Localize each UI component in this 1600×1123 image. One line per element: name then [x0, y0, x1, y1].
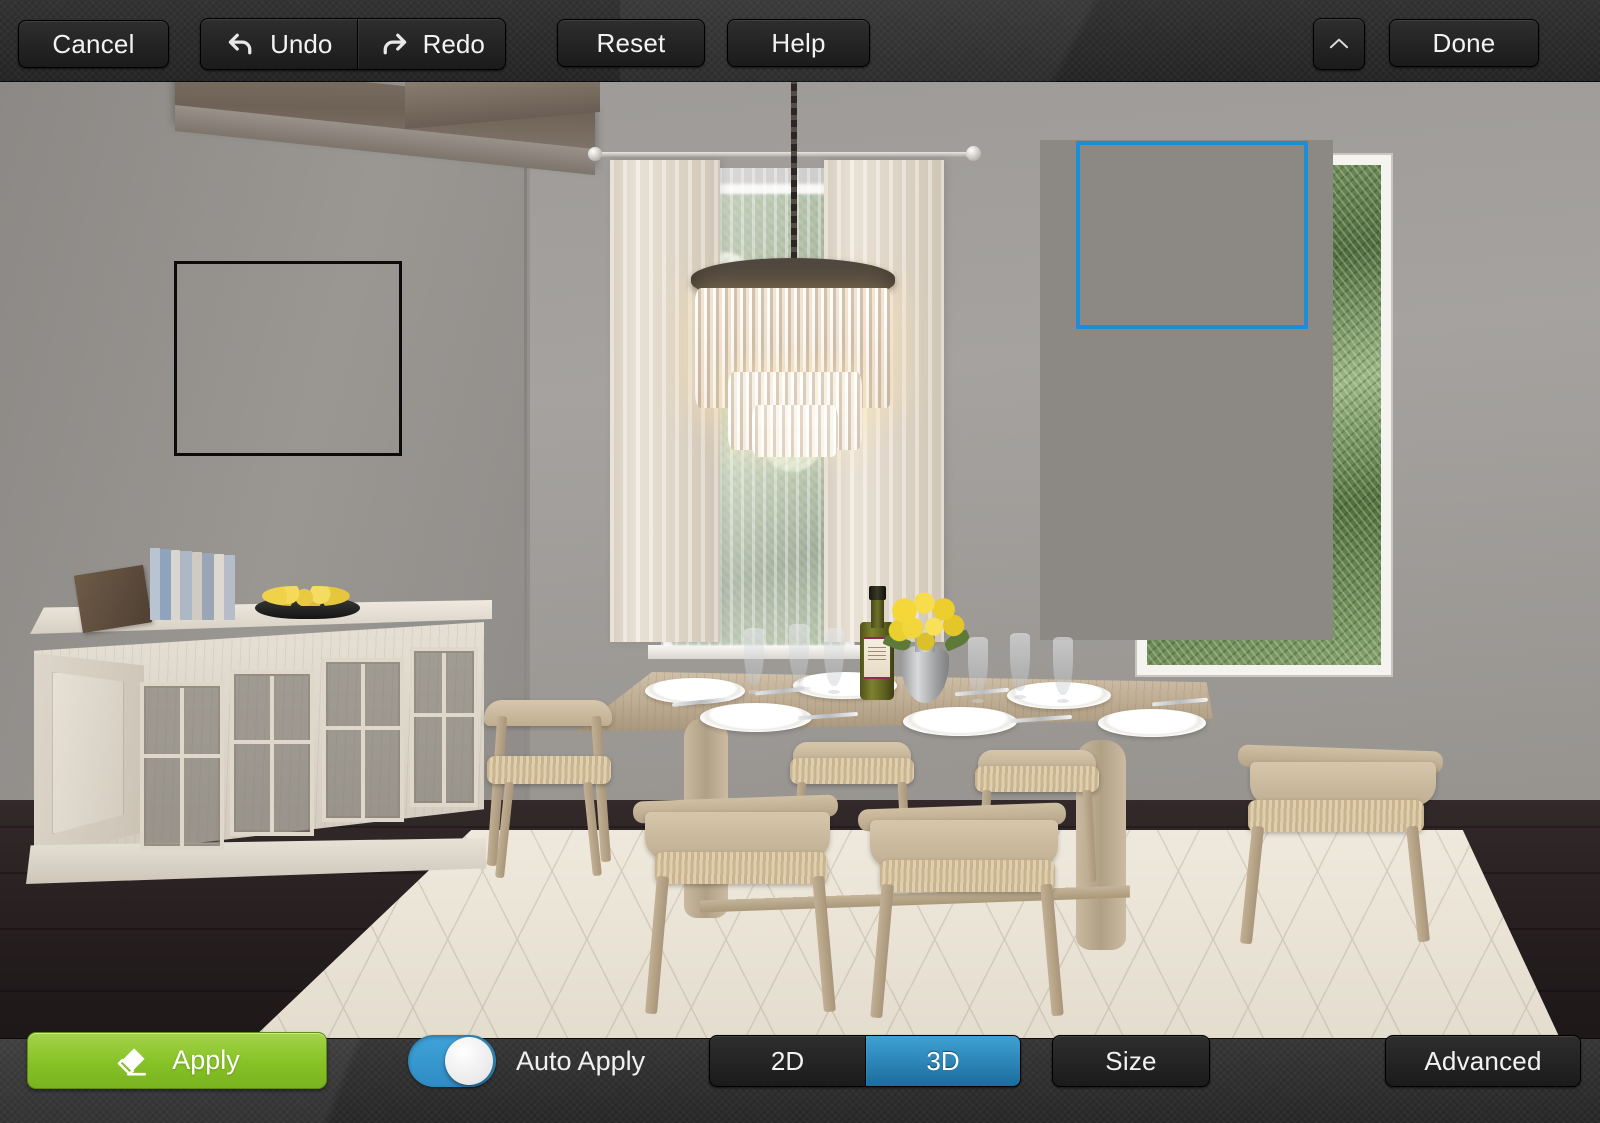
plate: [700, 703, 812, 732]
chandelier-tier-3: [752, 405, 838, 457]
tab-2d[interactable]: 2D: [710, 1036, 865, 1086]
apply-button[interactable]: Apply: [27, 1032, 327, 1089]
view-mode-3d-label: 3D: [926, 1045, 960, 1076]
book-spine: [224, 555, 235, 620]
chandelier-chain: [791, 60, 797, 265]
view-mode-group: 2D 3D: [709, 1035, 1021, 1087]
reset-button[interactable]: Reset: [557, 19, 705, 67]
book-spine: [160, 549, 171, 620]
auto-apply-label: Auto Apply: [516, 1046, 646, 1076]
sideboard-mullion: [144, 754, 220, 758]
sideboard-mullion: [180, 688, 184, 846]
reset-label: Reset: [596, 27, 666, 58]
sideboard-mullion: [442, 653, 446, 803]
auto-apply-toggle-knob: [445, 1037, 493, 1085]
sideboard-mullion: [326, 726, 400, 730]
sideboard-mullion: [414, 713, 474, 717]
size-label: Size: [1105, 1045, 1157, 1076]
book-spine: [202, 553, 214, 620]
auto-apply-toggle[interactable]: [408, 1035, 496, 1087]
sideboard-mullion: [361, 664, 365, 818]
sideboard-side-panel: [52, 672, 124, 834]
cancel-button[interactable]: Cancel: [18, 20, 169, 68]
yellow-roses: [888, 592, 970, 654]
curtain-rod: [594, 152, 976, 157]
size-button[interactable]: Size: [1052, 1035, 1210, 1087]
sideboard-plinth: [26, 838, 486, 884]
wine-bottle-cap: [869, 586, 886, 600]
sideboard-mullion: [234, 740, 310, 744]
book-spine: [192, 552, 202, 620]
undo-redo-group: Undo Redo: [200, 18, 506, 70]
advanced-label: Advanced: [1424, 1045, 1542, 1076]
advanced-button[interactable]: Advanced: [1385, 1035, 1581, 1087]
paint-eraser-icon: [114, 1043, 150, 1079]
undo-label: Undo: [270, 28, 333, 59]
redo-arrow-icon: [379, 29, 409, 59]
help-label: Help: [771, 27, 826, 58]
redo-button[interactable]: Redo: [357, 19, 505, 69]
apply-label: Apply: [172, 1045, 240, 1075]
curtain-rod-finial-right: [966, 146, 981, 161]
view-mode-2d-label: 2D: [770, 1045, 805, 1076]
undo-button[interactable]: Undo: [201, 19, 357, 69]
back-wall-selection-rect[interactable]: [1076, 141, 1308, 329]
redo-label: Redo: [422, 28, 485, 59]
lemons: [262, 586, 350, 606]
book-spine: [150, 548, 160, 620]
help-button[interactable]: Help: [727, 19, 870, 67]
collapse-toolbar-button[interactable]: [1313, 18, 1365, 70]
room-3d-canvas[interactable]: [0, 0, 1600, 1123]
book-spine: [214, 554, 224, 620]
sideboard-mullion: [270, 676, 274, 832]
chevron-up-icon: [1326, 31, 1352, 57]
top-toolbar: Cancel Undo Redo Reset Help Done: [0, 0, 1600, 82]
done-label: Done: [1432, 27, 1496, 58]
undo-arrow-icon: [226, 29, 256, 59]
sideboard-cabinet[interactable]: [18, 600, 492, 895]
tab-3d[interactable]: 3D: [865, 1036, 1020, 1086]
book-spine: [171, 550, 180, 620]
cancel-label: Cancel: [52, 28, 135, 59]
plate: [903, 707, 1017, 736]
plate: [1098, 709, 1206, 737]
done-button[interactable]: Done: [1389, 19, 1539, 67]
curtain-rod-finial-left: [588, 147, 602, 161]
left-wall-selection-rect[interactable]: [174, 261, 402, 456]
book-spine: [180, 551, 192, 620]
app-root: Cancel Undo Redo Reset Help Done Apply A…: [0, 0, 1600, 1123]
book-leaning: [73, 564, 153, 634]
